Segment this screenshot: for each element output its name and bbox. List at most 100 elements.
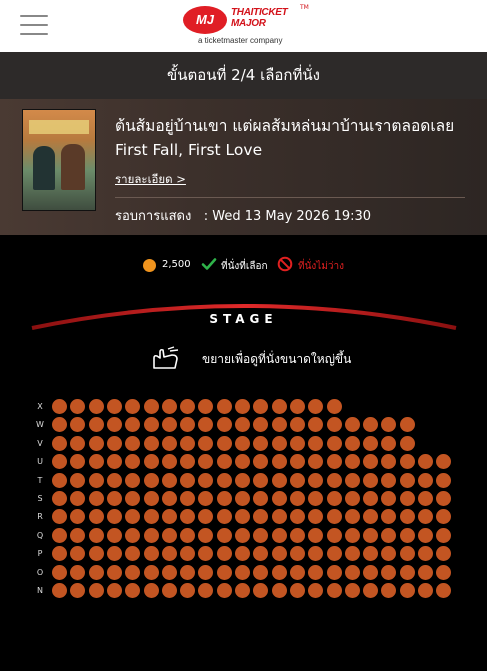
seat-N-10[interactable] — [216, 583, 232, 598]
seat-V-19[interactable] — [381, 435, 397, 451]
seat-Q-13[interactable] — [271, 527, 287, 543]
seat-N-5[interactable] — [125, 583, 141, 598]
seat-Q-19[interactable] — [381, 527, 397, 543]
seat-T-8[interactable] — [180, 472, 196, 488]
seat-S-22[interactable] — [436, 491, 452, 506]
seat-U-4[interactable] — [106, 454, 122, 470]
seat-W-11[interactable] — [235, 417, 250, 433]
seat-T-4[interactable] — [106, 472, 122, 488]
seat-W-9[interactable] — [198, 417, 214, 433]
seat-U-11[interactable] — [235, 454, 250, 470]
seat-X-4[interactable] — [106, 399, 122, 414]
seat-R-13[interactable] — [271, 509, 287, 525]
seat-S-10[interactable] — [216, 491, 232, 506]
seat-P-22[interactable] — [436, 546, 452, 562]
seat-V-14[interactable] — [289, 435, 305, 451]
seat-R-16[interactable] — [326, 509, 342, 525]
seat-S-15[interactable] — [308, 491, 324, 506]
seat-W-12[interactable] — [253, 417, 269, 433]
seat-Q-16[interactable] — [326, 527, 342, 543]
seat-R-1[interactable] — [52, 509, 67, 525]
seat-V-5[interactable] — [125, 435, 141, 451]
seat-V-13[interactable] — [271, 435, 287, 451]
seat-P-10[interactable] — [216, 546, 232, 562]
seat-P-7[interactable] — [161, 546, 177, 562]
seat-O-10[interactable] — [216, 564, 232, 580]
seat-T-3[interactable] — [88, 472, 104, 488]
seat-O-17[interactable] — [344, 564, 360, 580]
seat-Q-9[interactable] — [198, 527, 214, 543]
seat-W-10[interactable] — [216, 417, 232, 433]
seat-X-15[interactable] — [308, 399, 324, 414]
seat-W-4[interactable] — [106, 417, 122, 433]
seat-N-3[interactable] — [88, 583, 104, 598]
seat-X-13[interactable] — [271, 399, 287, 414]
seat-O-22[interactable] — [436, 564, 452, 580]
seat-V-17[interactable] — [344, 435, 360, 451]
seat-R-10[interactable] — [216, 509, 232, 525]
seat-W-16[interactable] — [326, 417, 342, 433]
seat-P-2[interactable] — [70, 546, 86, 562]
seat-X-10[interactable] — [216, 399, 232, 414]
seat-Q-6[interactable] — [143, 527, 159, 543]
seat-N-15[interactable] — [308, 583, 324, 598]
seat-U-2[interactable] — [70, 454, 86, 470]
seat-T-18[interactable] — [363, 472, 379, 488]
seat-R-21[interactable] — [418, 509, 433, 525]
seat-U-13[interactable] — [271, 454, 287, 470]
seat-P-11[interactable] — [235, 546, 250, 562]
seat-V-10[interactable] — [216, 435, 232, 451]
seat-N-8[interactable] — [180, 583, 196, 598]
seat-P-20[interactable] — [399, 546, 415, 562]
seat-T-12[interactable] — [253, 472, 269, 488]
seat-P-4[interactable] — [106, 546, 122, 562]
seat-Q-7[interactable] — [161, 527, 177, 543]
seat-T-16[interactable] — [326, 472, 342, 488]
seat-O-21[interactable] — [418, 564, 433, 580]
seat-Q-12[interactable] — [253, 527, 269, 543]
seat-P-19[interactable] — [381, 546, 397, 562]
seat-S-8[interactable] — [180, 491, 196, 506]
seat-Q-20[interactable] — [399, 527, 415, 543]
seat-V-1[interactable] — [52, 435, 67, 451]
seat-O-2[interactable] — [70, 564, 86, 580]
seat-V-7[interactable] — [161, 435, 177, 451]
seat-P-9[interactable] — [198, 546, 214, 562]
seat-N-21[interactable] — [418, 583, 433, 598]
seat-R-22[interactable] — [436, 509, 452, 525]
seat-O-7[interactable] — [161, 564, 177, 580]
seat-X-6[interactable] — [143, 399, 159, 414]
seat-N-2[interactable] — [70, 583, 86, 598]
seat-R-11[interactable] — [235, 509, 250, 525]
seat-U-18[interactable] — [363, 454, 379, 470]
seat-W-18[interactable] — [363, 417, 379, 433]
seat-R-2[interactable] — [70, 509, 86, 525]
seat-N-20[interactable] — [399, 583, 415, 598]
seat-O-15[interactable] — [308, 564, 324, 580]
seat-R-4[interactable] — [106, 509, 122, 525]
seat-O-18[interactable] — [363, 564, 379, 580]
seat-S-21[interactable] — [418, 491, 433, 506]
seat-O-5[interactable] — [125, 564, 141, 580]
seat-O-16[interactable] — [326, 564, 342, 580]
seat-N-4[interactable] — [106, 583, 122, 598]
seat-Q-2[interactable] — [70, 527, 86, 543]
seat-T-15[interactable] — [308, 472, 324, 488]
seat-X-7[interactable] — [161, 399, 177, 414]
seat-W-1[interactable] — [52, 417, 67, 433]
seat-S-7[interactable] — [161, 491, 177, 506]
seat-R-18[interactable] — [363, 509, 379, 525]
seat-R-8[interactable] — [180, 509, 196, 525]
seat-R-19[interactable] — [381, 509, 397, 525]
seat-T-22[interactable] — [436, 472, 452, 488]
seat-V-6[interactable] — [143, 435, 159, 451]
seat-P-3[interactable] — [88, 546, 104, 562]
seat-X-2[interactable] — [70, 399, 86, 414]
seat-Q-1[interactable] — [52, 527, 67, 543]
seat-V-16[interactable] — [326, 435, 342, 451]
seat-U-10[interactable] — [216, 454, 232, 470]
seat-X-1[interactable] — [52, 399, 67, 414]
seat-V-8[interactable] — [180, 435, 196, 451]
seat-T-2[interactable] — [70, 472, 86, 488]
seat-O-8[interactable] — [180, 564, 196, 580]
